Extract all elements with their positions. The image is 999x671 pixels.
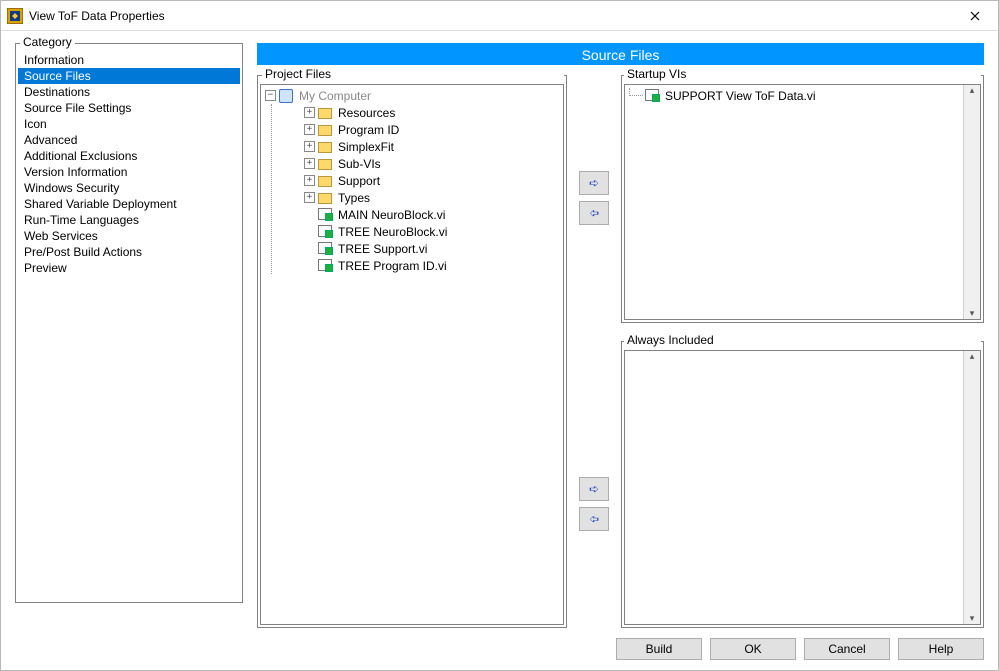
project-files-label: Project Files bbox=[262, 67, 564, 81]
category-item-additional-exclusions[interactable]: Additional Exclusions bbox=[18, 148, 240, 164]
folder-icon bbox=[318, 123, 334, 137]
project-files-column: Project Files − My Computer +Resources+P… bbox=[257, 75, 567, 628]
tree-root-label: My Computer bbox=[299, 89, 371, 103]
expand-icon[interactable]: + bbox=[304, 175, 315, 186]
close-button[interactable] bbox=[952, 1, 998, 31]
vi-icon bbox=[318, 225, 334, 239]
tree-root-node[interactable]: − My Computer bbox=[265, 87, 563, 104]
category-label: Category bbox=[20, 35, 75, 49]
tree-vi-tree-neuroblock-vi[interactable]: TREE NeuroBlock.vi bbox=[304, 223, 563, 240]
dialog-body: Category InformationSource FilesDestinat… bbox=[1, 31, 998, 670]
vi-icon bbox=[318, 259, 334, 273]
startup-scrollbar[interactable] bbox=[963, 85, 980, 319]
category-item-version-information[interactable]: Version Information bbox=[18, 164, 240, 180]
ok-button[interactable]: OK bbox=[710, 638, 796, 660]
project-files-tree[interactable]: − My Computer +Resources+Program ID+Simp… bbox=[260, 84, 564, 625]
tree-vi-tree-program-id-vi[interactable]: TREE Program ID.vi bbox=[304, 257, 563, 274]
page-banner: Source Files bbox=[257, 43, 984, 65]
category-item-source-files[interactable]: Source Files bbox=[18, 68, 240, 84]
folder-icon bbox=[318, 140, 334, 154]
expand-icon[interactable]: + bbox=[304, 158, 315, 169]
always-scrollbar[interactable] bbox=[963, 351, 980, 624]
expand-icon[interactable]: + bbox=[304, 141, 315, 152]
expand-icon[interactable]: + bbox=[304, 107, 315, 118]
category-groupbox: Category InformationSource FilesDestinat… bbox=[15, 43, 243, 603]
always-included-label: Always Included bbox=[624, 333, 981, 347]
content-row: Project Files − My Computer +Resources+P… bbox=[257, 75, 984, 628]
app-icon bbox=[7, 8, 23, 24]
category-item-icon[interactable]: Icon bbox=[18, 116, 240, 132]
help-button[interactable]: Help bbox=[898, 638, 984, 660]
main-row: Category InformationSource FilesDestinat… bbox=[15, 43, 984, 628]
category-column: Category InformationSource FilesDestinat… bbox=[15, 43, 243, 628]
arrow-right-icon: ➪ bbox=[589, 176, 599, 190]
collapse-icon[interactable]: − bbox=[265, 90, 276, 101]
tree-folder-types[interactable]: +Types bbox=[304, 189, 563, 206]
transfer-buttons-column: ➪ ➪ ➪ ➪ bbox=[575, 75, 613, 628]
category-item-information[interactable]: Information bbox=[18, 52, 240, 68]
startup-item[interactable]: SUPPORT View ToF Data.vi bbox=[629, 87, 959, 104]
arrow-left-icon: ➪ bbox=[589, 512, 599, 526]
folder-icon bbox=[318, 157, 334, 171]
project-files-groupbox: Project Files − My Computer +Resources+P… bbox=[257, 75, 567, 628]
arrow-left-icon: ➪ bbox=[589, 206, 599, 220]
category-item-advanced[interactable]: Advanced bbox=[18, 132, 240, 148]
category-item-source-file-settings[interactable]: Source File Settings bbox=[18, 100, 240, 116]
expand-icon[interactable]: + bbox=[304, 124, 315, 135]
folder-icon bbox=[318, 191, 334, 205]
tree-vi-main-neuroblock-vi[interactable]: MAIN NeuroBlock.vi bbox=[304, 206, 563, 223]
vi-icon bbox=[318, 242, 334, 256]
tree-vi-tree-support-vi[interactable]: TREE Support.vi bbox=[304, 240, 563, 257]
right-column: Source Files Project Files − My Computer bbox=[257, 43, 984, 628]
add-to-startup-button[interactable]: ➪ bbox=[579, 171, 609, 195]
tree-folder-resources[interactable]: +Resources bbox=[304, 104, 563, 121]
category-item-pre-post-build-actions[interactable]: Pre/Post Build Actions bbox=[18, 244, 240, 260]
remove-from-always-button[interactable]: ➪ bbox=[579, 507, 609, 531]
dialog-buttons: Build OK Cancel Help bbox=[15, 638, 984, 660]
titlebar: View ToF Data Properties bbox=[1, 1, 998, 31]
vi-icon bbox=[645, 89, 661, 103]
category-list[interactable]: InformationSource FilesDestinationsSourc… bbox=[18, 52, 240, 588]
startup-list[interactable]: SUPPORT View ToF Data.vi bbox=[624, 84, 981, 320]
startup-label: Startup VIs bbox=[624, 67, 981, 81]
category-item-shared-variable-deployment[interactable]: Shared Variable Deployment bbox=[18, 196, 240, 212]
folder-icon bbox=[318, 174, 334, 188]
tree-folder-simplexfit[interactable]: +SimplexFit bbox=[304, 138, 563, 155]
category-item-preview[interactable]: Preview bbox=[18, 260, 240, 276]
remove-from-startup-button[interactable]: ➪ bbox=[579, 201, 609, 225]
folder-icon bbox=[318, 106, 334, 120]
category-item-windows-security[interactable]: Windows Security bbox=[18, 180, 240, 196]
build-button[interactable]: Build bbox=[616, 638, 702, 660]
always-included-groupbox: Always Included bbox=[621, 341, 984, 628]
tree-folder-sub-vis[interactable]: +Sub-VIs bbox=[304, 155, 563, 172]
computer-icon bbox=[279, 89, 295, 103]
startup-groupbox: Startup VIs SUPPORT View ToF Data.vi bbox=[621, 75, 984, 323]
window-title: View ToF Data Properties bbox=[29, 9, 952, 23]
tree-folder-support[interactable]: +Support bbox=[304, 172, 563, 189]
arrow-right-icon: ➪ bbox=[589, 482, 599, 496]
add-to-always-button[interactable]: ➪ bbox=[579, 477, 609, 501]
always-included-list[interactable] bbox=[624, 350, 981, 625]
cancel-button[interactable]: Cancel bbox=[804, 638, 890, 660]
tree-folder-program-id[interactable]: +Program ID bbox=[304, 121, 563, 138]
include-lists-column: Startup VIs SUPPORT View ToF Data.vi Alw… bbox=[621, 75, 984, 628]
vi-icon bbox=[318, 208, 334, 222]
category-item-web-services[interactable]: Web Services bbox=[18, 228, 240, 244]
expand-icon[interactable]: + bbox=[304, 192, 315, 203]
category-item-run-time-languages[interactable]: Run-Time Languages bbox=[18, 212, 240, 228]
category-item-destinations[interactable]: Destinations bbox=[18, 84, 240, 100]
